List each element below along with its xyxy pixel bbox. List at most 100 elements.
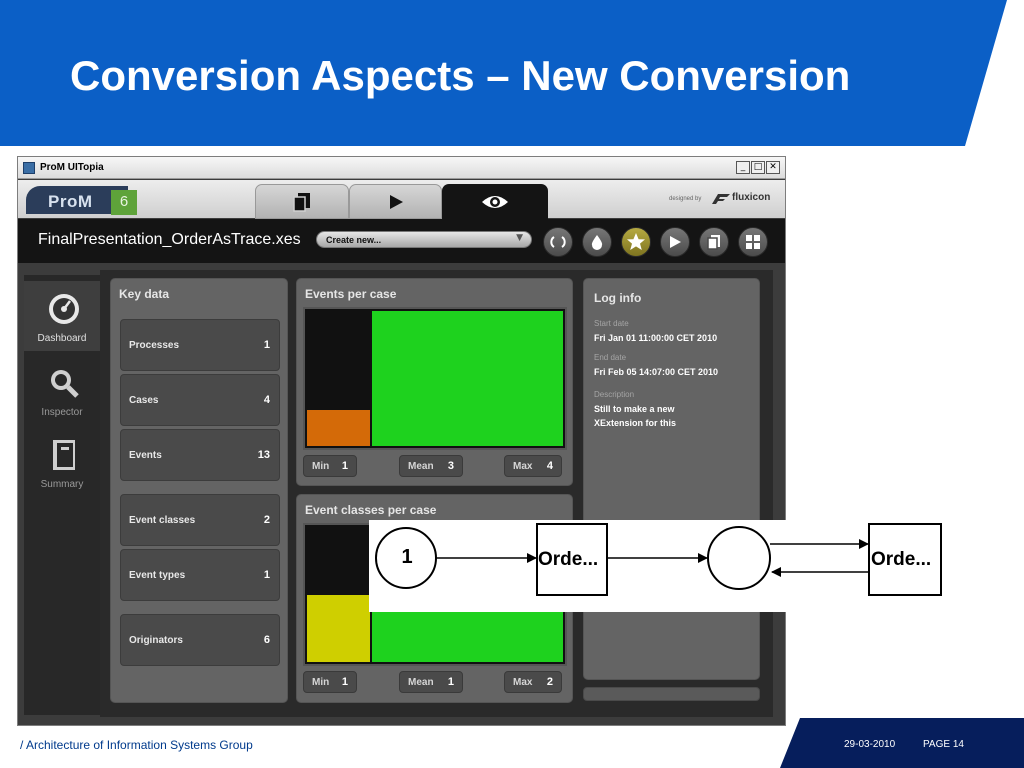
dashboard-gauge-icon <box>49 294 79 324</box>
classes-max-stat: Max 2 <box>504 671 562 693</box>
events-bar-low <box>307 410 370 446</box>
window-title: ProM UITopia <box>40 162 104 173</box>
events-max-stat: Max 4 <box>504 455 562 477</box>
classes-bar-low <box>307 595 370 662</box>
stat-value: 1 <box>341 676 348 688</box>
key-data-label: Event types <box>129 570 186 581</box>
nav-label-inspector: Inspector <box>41 407 83 418</box>
stat-label: Max <box>513 461 533 472</box>
tab-action[interactable] <box>349 184 442 219</box>
key-data-row: Events 13 <box>120 429 280 481</box>
key-data-title: Key data <box>119 287 170 301</box>
log-info-panel: Log info Start date Fri Jan 01 11:00:00 … <box>583 278 760 680</box>
close-button[interactable]: ✕ <box>766 161 780 174</box>
stat-label: Min <box>312 677 330 688</box>
app-icon <box>23 162 35 174</box>
stat-value: 1 <box>341 460 348 472</box>
prom-logo-text: ProM <box>48 192 93 211</box>
prom-logo: ProM 6 <box>26 186 137 215</box>
create-new-label: Create new... <box>326 235 382 245</box>
key-data-row: Cases 4 <box>120 374 280 426</box>
maximize-button[interactable]: □ <box>751 161 765 174</box>
minimize-button[interactable]: _ <box>736 161 750 174</box>
header-banner: Conversion Aspects – New Conversion <box>0 0 1024 148</box>
window-titlebar[interactable]: ProM UITopia _ □ ✕ <box>18 157 785 179</box>
key-data-label: Events <box>129 450 162 461</box>
fluxicon-brand: fluxicon <box>732 192 771 203</box>
events-per-case-chart <box>303 307 567 450</box>
nav-label-dashboard: Dashboard <box>37 333 87 344</box>
nav-inspector[interactable]: Inspector <box>24 355 100 425</box>
designed-by-label: designed by <box>669 196 702 202</box>
footer-page-number: PAGE 14 <box>923 739 964 750</box>
fluxicon-logo-icon <box>712 194 730 204</box>
tab-workspace[interactable] <box>255 184 349 219</box>
stat-label: Max <box>513 677 533 688</box>
refresh-icon <box>550 236 566 248</box>
key-data-value: 1 <box>263 569 270 581</box>
favorite-button[interactable] <box>621 227 651 257</box>
petri-place-middle <box>707 526 771 590</box>
prom-logo-version: 6 <box>111 190 137 215</box>
grid-icon <box>746 235 760 249</box>
footer-date: 29-03-2010 <box>844 739 896 750</box>
key-data-row: Processes 1 <box>120 319 280 371</box>
nav-summary[interactable]: Summary <box>24 427 100 497</box>
stat-value: 1 <box>447 676 454 688</box>
petri-net-overlay: 1 Orde... Orde... <box>369 520 943 612</box>
events-per-case-panel: Events per case Min 1 Mean 3 Max 4 <box>296 278 573 486</box>
key-data-label: Originators <box>129 635 183 646</box>
key-data-row: Event types 1 <box>120 549 280 601</box>
dashboard-content: Key data Processes 1 Cases 4 Events 13 E… <box>100 270 773 717</box>
key-data-value: 1 <box>263 339 270 351</box>
slide-title: Conversion Aspects – New Conversion <box>70 52 851 99</box>
key-data-value: 6 <box>263 634 270 646</box>
key-data-value: 13 <box>257 449 270 461</box>
events-bar-high <box>372 311 563 446</box>
key-data-value: 2 <box>263 514 270 526</box>
play-icon <box>670 236 681 248</box>
stat-label: Min <box>312 461 330 472</box>
stat-label: Mean <box>408 461 434 472</box>
start-date-value: Fri Jan 01 11:00:00 CET 2010 <box>594 333 718 343</box>
create-new-dropdown[interactable]: Create new... ▼ <box>316 231 532 248</box>
events-mean-stat: Mean 3 <box>399 455 463 477</box>
end-date-value: Fri Feb 05 14:07:00 CET 2010 <box>594 367 719 377</box>
left-nav: Dashboard Inspector Summary <box>24 275 100 715</box>
log-info-scrollbar[interactable] <box>583 687 760 701</box>
key-data-row: Event classes 2 <box>120 494 280 546</box>
events-per-case-title: Events per case <box>305 287 397 301</box>
star-icon <box>627 233 645 250</box>
pages-icon <box>293 192 310 212</box>
book-icon <box>53 440 75 470</box>
key-data-value: 4 <box>263 394 270 406</box>
events-min-stat: Min 1 <box>303 455 357 477</box>
drop-icon <box>591 235 603 250</box>
grid-button[interactable] <box>738 227 768 257</box>
stat-value: 4 <box>546 460 553 472</box>
footer-band <box>780 718 1024 768</box>
pages-button[interactable] <box>699 227 729 257</box>
refresh-button[interactable] <box>543 227 573 257</box>
prom-window: ProM UITopia _ □ ✕ ProM 6 designed by fl… <box>17 156 786 726</box>
view-header: FinalPresentation_OrderAsTrace.xes Creat… <box>18 219 785 263</box>
key-data-label: Processes <box>129 340 180 351</box>
nav-dashboard[interactable]: Dashboard <box>24 281 100 351</box>
petri-transition-label: Orde... <box>871 549 932 570</box>
classes-min-stat: Min 1 <box>303 671 357 693</box>
play-view-button[interactable] <box>660 227 690 257</box>
slide: Conversion Aspects – New Conversion ProM… <box>0 0 1024 768</box>
log-filename: FinalPresentation_OrderAsTrace.xes <box>38 231 301 248</box>
drop-button[interactable] <box>582 227 612 257</box>
chevron-down-icon: ▼ <box>516 233 523 243</box>
stat-value: 2 <box>546 676 553 688</box>
key-data-row: Originators 6 <box>120 614 280 666</box>
key-data-label: Event classes <box>129 515 196 526</box>
magnifier-icon <box>51 370 79 398</box>
main-toolbar: ProM 6 designed by fluxicon <box>18 180 785 219</box>
description-caption: Description <box>594 390 635 399</box>
stat-label: Mean <box>408 677 434 688</box>
key-data-panel: Key data Processes 1 Cases 4 Events 13 E… <box>110 278 288 703</box>
tab-view[interactable] <box>442 184 548 219</box>
end-date-caption: End date <box>594 353 627 362</box>
